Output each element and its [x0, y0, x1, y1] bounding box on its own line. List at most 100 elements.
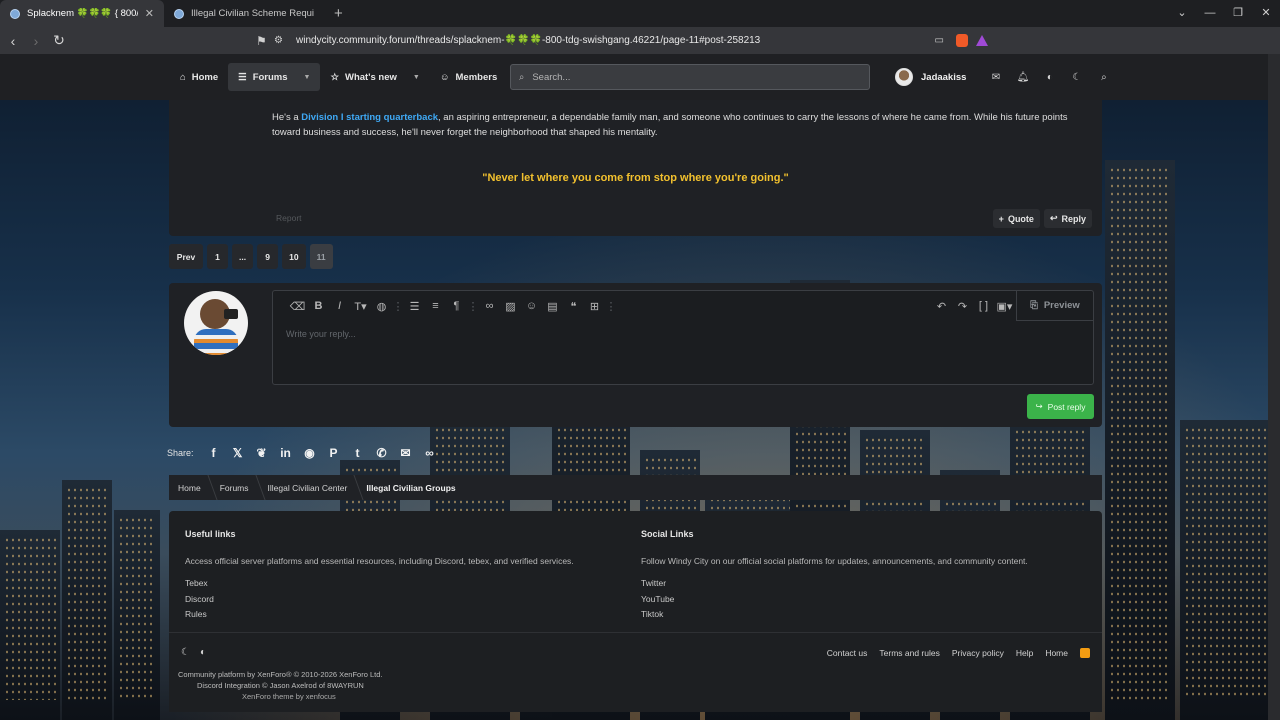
contrast-icon[interactable]: ◐ — [200, 647, 206, 658]
footer-link-tiktok[interactable]: Tiktok — [641, 607, 1071, 623]
footer-link-rules[interactable]: Rules — [185, 607, 615, 623]
image-icon[interactable]: ▨ — [500, 300, 521, 313]
link-icon[interactable]: ∞ — [479, 300, 500, 312]
nav-home[interactable]: ⌂ Home — [170, 63, 228, 91]
post-text: He's a — [272, 112, 302, 123]
more-options-icon[interactable]: ⋮ — [392, 300, 404, 313]
nav-whats-new[interactable]: ☆ What's new ▼ — [320, 63, 429, 91]
footer-link-youtube[interactable]: YouTube — [641, 592, 1071, 608]
back-icon[interactable]: ‹ — [3, 33, 23, 49]
reply-editor[interactable]: ⌫ B I T▾ ◍ ⋮ ☰ ≡ ¶ ⋮ ∞ ▨ ☺ ▤ ❝ ⊞ ⋮ ↶ ↷ [… — [272, 290, 1094, 385]
contrast-icon[interactable]: ◐ — [1036, 72, 1063, 83]
quote-icon[interactable]: ❝ — [563, 300, 584, 313]
bbcode-icon[interactable]: [ ] — [973, 300, 994, 312]
maximize-icon[interactable]: ❐ — [1224, 0, 1252, 27]
rss-icon[interactable] — [1080, 648, 1090, 658]
nav-forums[interactable]: ☰ Forums ▼ — [228, 63, 321, 91]
scrollbar[interactable] — [1268, 54, 1280, 720]
search-icon[interactable]: ⌕ — [1090, 72, 1117, 83]
avatar[interactable] — [895, 68, 913, 86]
reddit-icon[interactable]: ◉ — [298, 446, 322, 460]
font-size-icon[interactable]: T▾ — [350, 300, 371, 313]
facebook-icon[interactable]: f — [202, 446, 226, 460]
editor-toolbar-right: ↶ ↷ [ ] ▣▾ — [931, 291, 1015, 321]
page-1[interactable]: 1 — [207, 244, 228, 269]
tab-illegal-civilian[interactable]: Illegal Civilian Scheme Requirements — [164, 0, 324, 27]
url-text[interactable]: windycity.community.forum/threads/splack… — [296, 35, 935, 46]
table-icon[interactable]: ⊞ — [584, 300, 605, 313]
whatsapp-icon[interactable]: ✆ — [370, 446, 394, 460]
chevron-down-icon[interactable]: ▼ — [304, 74, 311, 81]
footer-link-tebex[interactable]: Tebex — [185, 576, 615, 592]
page-ellipsis[interactable]: ... — [232, 244, 254, 269]
help-link[interactable]: Help — [1016, 648, 1033, 658]
bold-icon[interactable]: B — [308, 300, 329, 312]
minimize-icon[interactable]: — — [1196, 0, 1224, 27]
search-input[interactable]: ⌕ Search... — [510, 64, 870, 90]
moon-icon[interactable]: ☾ — [1063, 72, 1090, 83]
brave-shields-icon[interactable] — [956, 34, 968, 47]
align-icon[interactable]: ≡ — [425, 300, 446, 312]
brave-rewards-icon[interactable] — [976, 35, 988, 46]
footer-link-twitter[interactable]: Twitter — [641, 576, 1071, 592]
eraser-icon[interactable]: ⌫ — [287, 300, 308, 313]
smiley-icon[interactable]: ☺ — [521, 300, 542, 312]
bookmark-icon[interactable]: ⚑ — [256, 34, 274, 48]
linkedin-icon[interactable]: in — [274, 446, 298, 460]
tumblr-icon[interactable]: t — [346, 446, 370, 460]
italic-icon[interactable]: I — [329, 300, 350, 312]
redo-icon[interactable]: ↷ — [952, 300, 973, 313]
page-10[interactable]: 10 — [282, 244, 306, 269]
report-link[interactable]: Report — [276, 213, 302, 223]
post-message: He's a Division I starting quarterback, … — [169, 100, 1102, 236]
pinterest-icon[interactable]: P — [322, 446, 346, 460]
prev-page-button[interactable]: Prev — [169, 244, 203, 269]
link-icon[interactable]: ∞ — [418, 446, 442, 460]
forward-icon[interactable]: › — [26, 33, 46, 49]
reply-button[interactable]: ↩ Reply — [1043, 209, 1092, 228]
media-icon[interactable]: ▤ — [542, 300, 563, 313]
breadcrumb-home[interactable]: Home — [169, 475, 211, 500]
more-options-icon[interactable]: ⋮ — [467, 300, 479, 313]
site-info-icon[interactable]: ⚙ — [274, 35, 296, 46]
avatar[interactable] — [184, 291, 248, 355]
footer: Useful links Access official server plat… — [169, 511, 1102, 712]
inbox-icon[interactable]: ✉ — [982, 72, 1009, 83]
reload-icon[interactable]: ↻ — [49, 32, 69, 49]
x-twitter-icon[interactable]: 𝕏 — [226, 446, 250, 460]
contact-us-link[interactable]: Contact us — [827, 648, 868, 658]
terms-link[interactable]: Terms and rules — [879, 648, 939, 658]
bluesky-icon[interactable]: ❦ — [250, 446, 274, 460]
preview-button[interactable]: ⎘ Preview — [1016, 291, 1093, 321]
list-icon[interactable]: ☰ — [404, 300, 425, 313]
bell-icon[interactable]: 🔔︎ — [1009, 72, 1036, 83]
chevron-down-icon[interactable]: ▼ — [413, 74, 420, 81]
tab-list-icon[interactable]: ⌄ — [1168, 0, 1196, 27]
privacy-link[interactable]: Privacy policy — [952, 648, 1004, 658]
email-icon[interactable]: ✉ — [394, 446, 418, 460]
footer-link-discord[interactable]: Discord — [185, 592, 615, 608]
drafts-icon[interactable]: ▣▾ — [994, 300, 1015, 313]
breadcrumb-illegal-civilian-groups[interactable]: Illegal Civilian Groups — [357, 475, 465, 500]
page-9[interactable]: 9 — [257, 244, 279, 269]
close-tab-icon[interactable]: ✕ — [145, 7, 154, 20]
post-link[interactable]: Division I starting quarterback — [301, 112, 438, 123]
breadcrumb-forums[interactable]: Forums — [211, 475, 259, 500]
quote-button[interactable]: + Quote — [992, 209, 1040, 228]
moon-icon[interactable]: ☾ — [181, 647, 190, 658]
copyright: Community platform by XenForo® © 2010-20… — [178, 669, 383, 702]
undo-icon[interactable]: ↶ — [931, 300, 952, 313]
close-window-icon[interactable]: ✕ — [1252, 0, 1280, 27]
cast-icon[interactable]: ▭ — [935, 35, 944, 46]
paragraph-icon[interactable]: ¶ — [446, 300, 467, 312]
home-link[interactable]: Home — [1045, 648, 1068, 658]
more-options-icon[interactable]: ⋮ — [605, 300, 617, 313]
page-11-current[interactable]: 11 — [309, 244, 333, 269]
username[interactable]: Jadaakiss — [921, 72, 966, 83]
breadcrumb-illegal-civilian-center[interactable]: Illegal Civilian Center — [259, 475, 358, 500]
palette-icon[interactable]: ◍ — [371, 300, 392, 313]
tab-splacknem[interactable]: Splacknem 🍀🍀🍀 { 800/TDG ✕ — [0, 0, 164, 27]
url-field[interactable]: ⚑ ⚙ windycity.community.forum/threads/sp… — [256, 30, 998, 51]
new-tab-button[interactable]: + — [324, 0, 353, 27]
post-reply-button[interactable]: ↪ Post reply — [1027, 394, 1094, 419]
